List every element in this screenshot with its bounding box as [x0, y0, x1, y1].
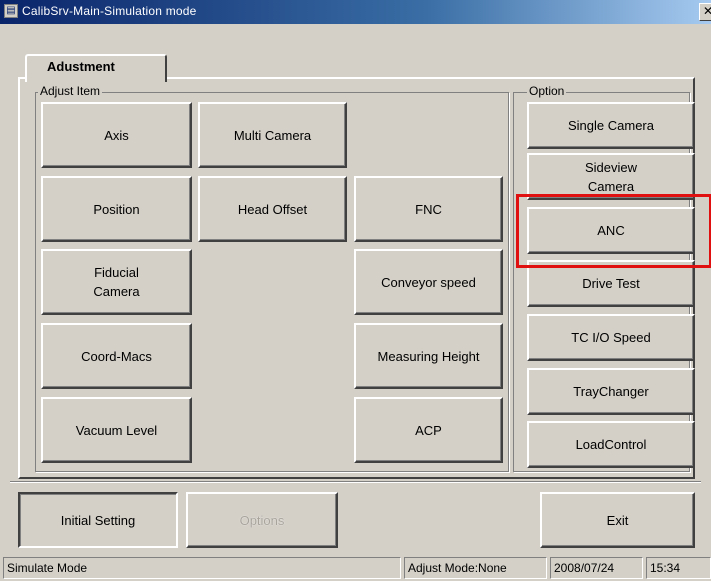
head-offset-button-label: Head Offset: [237, 201, 308, 217]
load-control-button-label: LoadControl: [575, 437, 647, 452]
load-control-button[interactable]: LoadControl: [527, 421, 695, 468]
coord-macs-button-label: Coord-Macs: [81, 348, 152, 364]
adjust-item-group-label: Adjust Item: [38, 84, 103, 98]
head-offset-button[interactable]: Head Offset: [198, 176, 347, 242]
drive-test-button[interactable]: Drive Test: [527, 260, 695, 307]
option-group-label: Option: [527, 84, 567, 98]
acp-button[interactable]: ACP: [354, 397, 503, 463]
fnc-button[interactable]: FNC: [354, 176, 503, 242]
close-button[interactable]: ✕: [699, 3, 711, 21]
tc-io-speed-button[interactable]: TC I/O Speed: [527, 314, 695, 361]
fiducial-camera-button[interactable]: Fiducial Camera: [41, 249, 192, 315]
single-camera-button[interactable]: Single Camera: [527, 102, 695, 149]
bottom-separator: [10, 481, 701, 483]
exit-button[interactable]: Exit: [540, 492, 695, 548]
initial-setting-button[interactable]: Initial Setting: [18, 492, 178, 548]
anc-button-label: ANC: [597, 223, 625, 238]
acp-button-label: ACP: [415, 422, 442, 438]
vacuum-level-button-label: Vacuum Level: [75, 422, 158, 438]
sideview-camera-button[interactable]: Sideview Camera: [527, 153, 695, 200]
position-button-label: Position: [93, 201, 140, 217]
measuring-height-button-label: Measuring Height: [377, 348, 480, 364]
axis-button-label: Axis: [104, 127, 129, 143]
sideview-camera-button-label: Sideview Camera: [584, 159, 638, 194]
initial-setting-button-label: Initial Setting: [60, 512, 136, 528]
status-adjust-mode: Adjust Mode:None: [404, 557, 547, 579]
vacuum-level-button[interactable]: Vacuum Level: [41, 397, 192, 463]
conveyor-speed-button-label: Conveyor speed: [381, 274, 476, 290]
close-icon: ✕: [702, 4, 711, 18]
multi-camera-button-label: Multi Camera: [233, 127, 312, 143]
axis-button[interactable]: Axis: [41, 102, 192, 168]
coord-macs-button[interactable]: Coord-Macs: [41, 323, 192, 389]
anc-button[interactable]: ANC: [527, 207, 695, 254]
title-bar: ▤ CalibSrv-Main-Simulation mode ✕: [0, 0, 711, 24]
tc-io-speed-button-label: TC I/O Speed: [571, 330, 651, 345]
fnc-button-label: FNC: [415, 201, 442, 217]
tray-changer-button-label: TrayChanger: [573, 384, 649, 399]
multi-camera-button[interactable]: Multi Camera: [198, 102, 347, 168]
drive-test-button-label: Drive Test: [582, 276, 640, 291]
app-icon: ▤: [4, 4, 18, 18]
options-button-label: Options: [239, 512, 285, 528]
status-time: 15:34: [646, 557, 711, 579]
measuring-height-button[interactable]: Measuring Height: [354, 323, 503, 389]
window-title: CalibSrv-Main-Simulation mode: [22, 4, 197, 18]
tray-changer-button[interactable]: TrayChanger: [527, 368, 695, 415]
conveyor-speed-button[interactable]: Conveyor speed: [354, 249, 503, 315]
tab-adjustment[interactable]: Adustment: [25, 54, 167, 82]
status-mode: Simulate Mode: [3, 557, 401, 579]
status-date: 2008/07/24: [550, 557, 643, 579]
single-camera-button-label: Single Camera: [568, 118, 654, 133]
tab-adjustment-label: Adustment: [47, 59, 115, 74]
exit-button-label: Exit: [606, 512, 629, 528]
options-button[interactable]: Options: [186, 492, 338, 548]
position-button[interactable]: Position: [41, 176, 192, 242]
fiducial-camera-button-label: Fiducial Camera: [93, 265, 140, 299]
